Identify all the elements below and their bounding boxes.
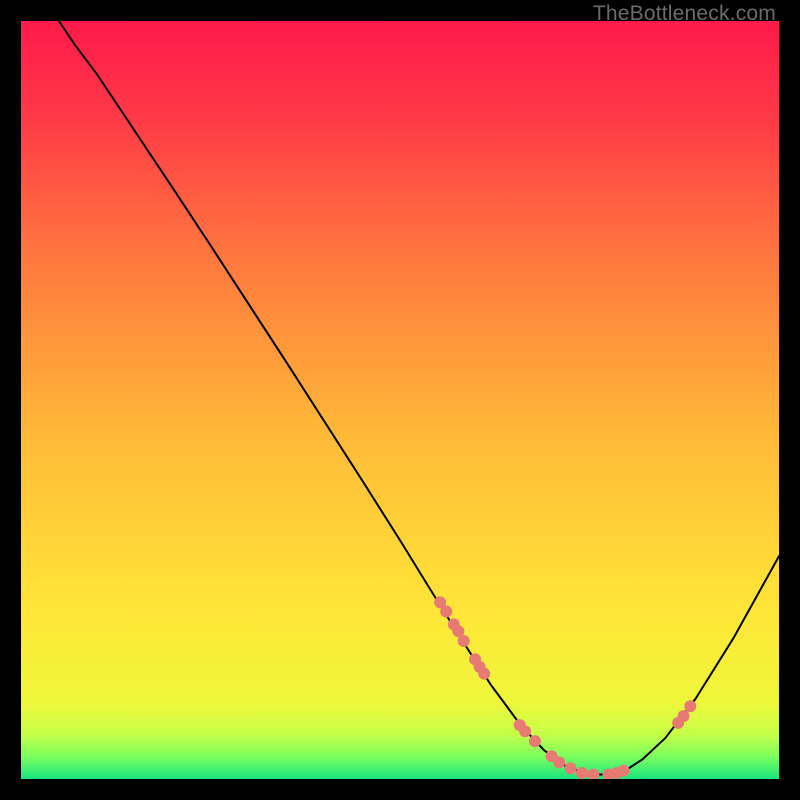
marker-dot: [684, 700, 696, 712]
chart-frame: [21, 21, 779, 779]
marker-dot: [529, 735, 541, 747]
chart-background: [21, 21, 779, 779]
marker-dot: [553, 756, 565, 768]
marker-dot: [576, 767, 588, 779]
marker-dot: [440, 605, 452, 617]
marker-dot: [677, 710, 689, 722]
marker-dot: [519, 725, 531, 737]
marker-dot: [458, 635, 470, 647]
marker-dot: [478, 668, 490, 680]
marker-dot: [618, 765, 630, 777]
watermark-text: TheBottleneck.com: [593, 2, 776, 26]
chart-svg: [21, 21, 779, 779]
marker-dot: [565, 762, 577, 774]
